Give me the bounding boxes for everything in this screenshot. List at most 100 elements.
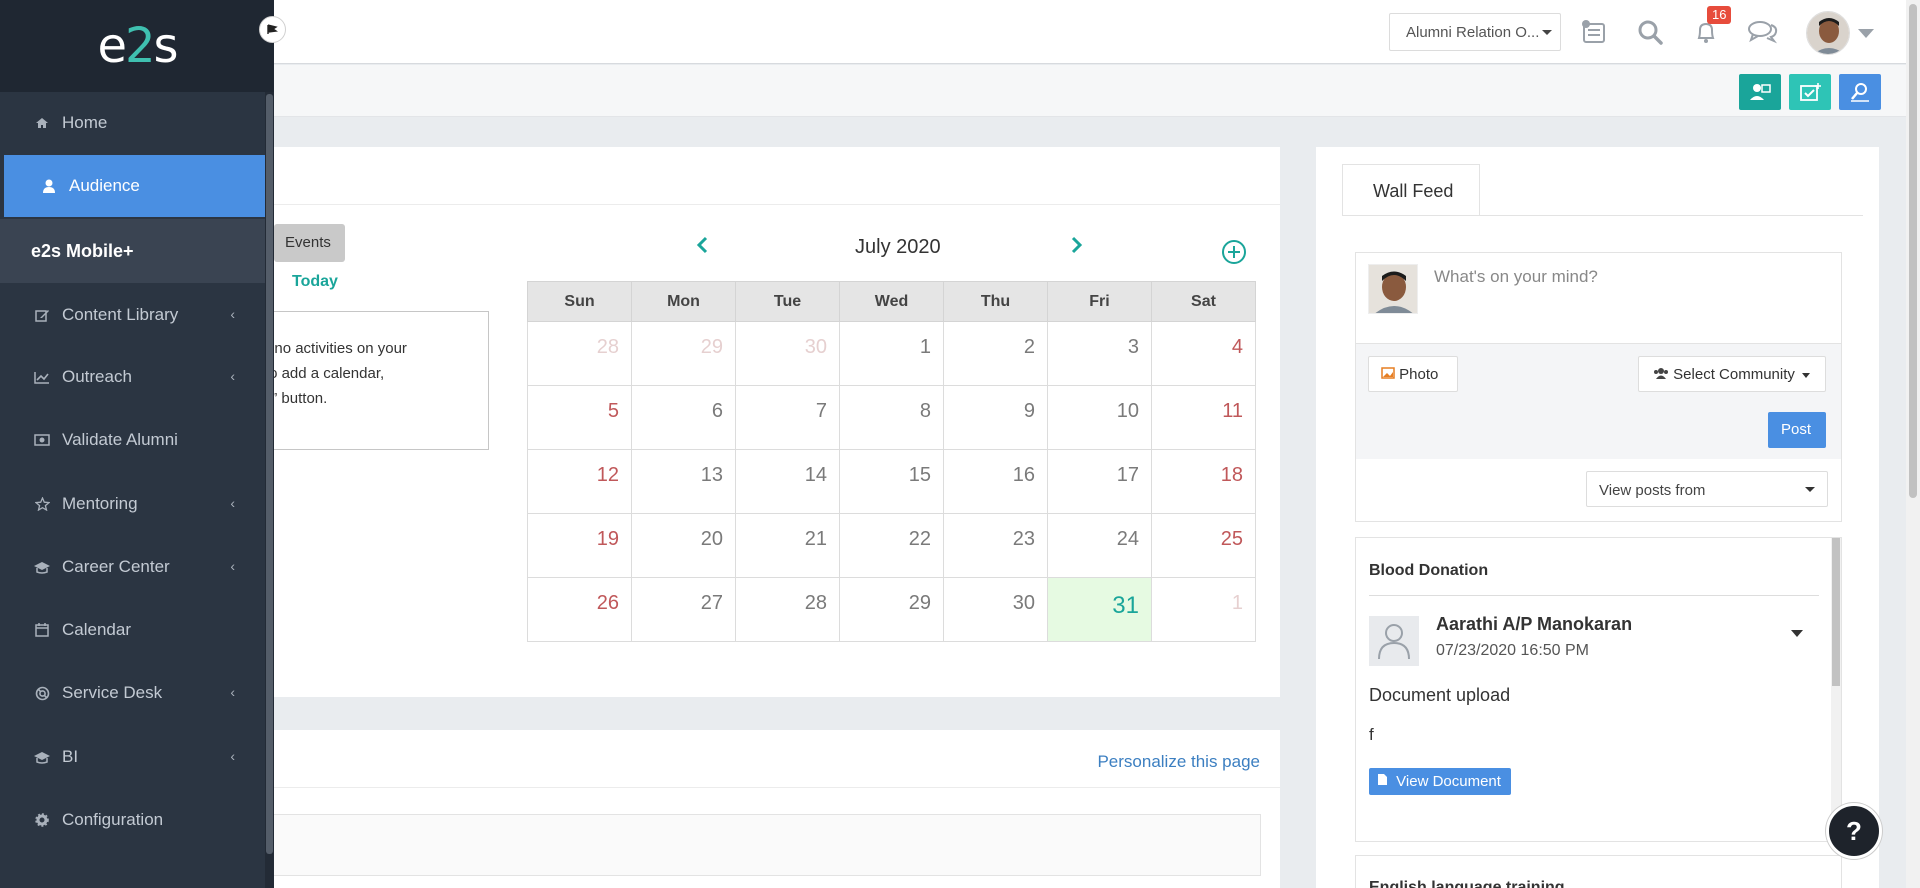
- tasks-icon[interactable]: [1576, 14, 1612, 50]
- day-cell[interactable]: 12: [527, 449, 632, 514]
- sidebar-item-outreach[interactable]: Outreach ‹: [0, 346, 265, 408]
- day-cell[interactable]: 4: [1151, 321, 1256, 386]
- sidebar-item-audience[interactable]: Audience: [4, 155, 265, 217]
- day-cell[interactable]: 9: [943, 385, 1048, 450]
- view-posts-from-select[interactable]: View posts from: [1586, 471, 1828, 507]
- panel-header: Personalize this page: [274, 730, 1280, 788]
- day-cell[interactable]: 1: [839, 321, 944, 386]
- day-cell[interactable]: 29: [839, 577, 944, 642]
- money-icon: [31, 434, 53, 446]
- day-cell[interactable]: 7: [735, 385, 840, 450]
- day-cell[interactable]: 11: [1151, 385, 1256, 450]
- image-icon: [1381, 367, 1395, 379]
- day-cell[interactable]: 29: [631, 321, 736, 386]
- post-title: English language training: [1369, 879, 1565, 888]
- chevron-left-icon: ‹: [230, 684, 235, 700]
- day-cell[interactable]: 3: [1047, 321, 1152, 386]
- author-name[interactable]: Aarathi A/P Manokaran: [1436, 614, 1632, 635]
- day-cell[interactable]: 2: [943, 321, 1048, 386]
- sidebar-item-service-desk[interactable]: Service Desk ‹: [0, 662, 265, 724]
- day-cell[interactable]: 26: [527, 577, 632, 642]
- add-event-button[interactable]: [1789, 74, 1831, 110]
- day-cell[interactable]: 14: [735, 449, 840, 514]
- prev-month-button[interactable]: [695, 235, 709, 260]
- month-title: July 2020: [855, 236, 941, 258]
- day-cell[interactable]: 27: [631, 577, 736, 642]
- today-link[interactable]: Today: [292, 273, 338, 291]
- page-scrollbar[interactable]: [1906, 0, 1920, 888]
- feed-list: Blood Donation Aarathi A/P Manokaran 07/…: [1355, 537, 1842, 842]
- post-text: f: [1369, 725, 1374, 744]
- weekday-header: Fri: [1047, 281, 1152, 322]
- sidebar-item-label: e2s Mobile+: [31, 240, 134, 261]
- feed-scrollbar[interactable]: [1831, 538, 1841, 841]
- role-select[interactable]: Alumni Relation O...: [1389, 13, 1561, 51]
- post-button[interactable]: Post: [1768, 412, 1826, 448]
- photo-button[interactable]: Photo: [1368, 356, 1458, 392]
- sidebar-item-validate-alumni[interactable]: Validate Alumni: [0, 409, 265, 471]
- tab-divider: [1342, 215, 1863, 216]
- events-button[interactable]: Events: [274, 224, 345, 262]
- sidebar-item-content-library[interactable]: Content Library ‹: [0, 284, 265, 346]
- next-month-button[interactable]: [1070, 235, 1084, 260]
- chat-icon[interactable]: [1745, 14, 1781, 50]
- no-activities-message: ave no activities on your y! To add a ca…: [274, 311, 489, 450]
- day-cell[interactable]: 20: [631, 513, 736, 578]
- calendar-icon: [31, 623, 53, 637]
- day-cell[interactable]: 19: [527, 513, 632, 578]
- day-cell[interactable]: 10: [1047, 385, 1152, 450]
- day-cell[interactable]: 30: [735, 321, 840, 386]
- post-menu-icon[interactable]: [1791, 630, 1803, 637]
- sidebar-item-home[interactable]: Home: [0, 92, 265, 154]
- add-calendar-button[interactable]: [1221, 239, 1247, 270]
- sidebar-item-configuration[interactable]: Configuration: [0, 789, 265, 851]
- sidebar-item-e2s-mobile[interactable]: e2s Mobile+: [0, 219, 265, 283]
- post-input[interactable]: What's on your mind?: [1434, 267, 1598, 287]
- post-body: Document upload: [1369, 685, 1511, 705]
- day-cell[interactable]: 1: [1151, 577, 1256, 642]
- sidebar-item-bi[interactable]: BI ‹: [0, 726, 265, 788]
- divider: [1369, 595, 1819, 596]
- day-cell[interactable]: 28: [527, 321, 632, 386]
- day-cell[interactable]: 5: [527, 385, 632, 450]
- sidebar-item-label: Content Library: [62, 305, 179, 324]
- day-cell[interactable]: 17: [1047, 449, 1152, 514]
- search-user-button[interactable]: [1839, 74, 1881, 110]
- day-cell[interactable]: 30: [943, 577, 1048, 642]
- day-cell[interactable]: 13: [631, 449, 736, 514]
- sidebar-item-career-center[interactable]: Career Center ‹: [0, 536, 265, 598]
- day-cell[interactable]: 6: [631, 385, 736, 450]
- day-cell[interactable]: 25: [1151, 513, 1256, 578]
- sidebar-item-calendar[interactable]: Calendar: [0, 599, 265, 661]
- day-cell[interactable]: 8: [839, 385, 944, 450]
- day-cell[interactable]: 23: [943, 513, 1048, 578]
- day-cell[interactable]: 21: [735, 513, 840, 578]
- user-avatar[interactable]: [1806, 11, 1850, 55]
- logo[interactable]: e2s: [0, 0, 274, 92]
- day-cell[interactable]: 16: [943, 449, 1048, 514]
- sidebar-item-label: Career Center: [62, 557, 170, 576]
- day-cell[interactable]: 22: [839, 513, 944, 578]
- sidebar-item-mentoring[interactable]: Mentoring ‹: [0, 473, 265, 535]
- role-select-value: Alumni Relation O...: [1406, 24, 1540, 41]
- view-posts-from-label: View posts from: [1599, 482, 1706, 499]
- chevron-down-icon[interactable]: [1858, 29, 1874, 38]
- day-cell[interactable]: 18: [1151, 449, 1256, 514]
- sidebar-item-label: Service Desk: [62, 683, 163, 702]
- day-cell[interactable]: 15: [839, 449, 944, 514]
- tab-wall-feed[interactable]: Wall Feed: [1342, 164, 1480, 216]
- star-icon: [31, 497, 53, 511]
- view-document-button[interactable]: View Document: [1369, 768, 1511, 795]
- day-cell[interactable]: 28: [735, 577, 840, 642]
- chevron-down-icon: [1542, 30, 1552, 35]
- day-cell-today[interactable]: 31: [1047, 577, 1152, 642]
- search-icon[interactable]: [1632, 14, 1668, 50]
- day-cell[interactable]: 24: [1047, 513, 1152, 578]
- personalize-link[interactable]: Personalize this page: [1097, 752, 1260, 772]
- add-user-button[interactable]: [1739, 74, 1781, 110]
- pin-sidebar-icon[interactable]: [259, 16, 286, 43]
- help-button[interactable]: ?: [1826, 803, 1882, 859]
- sidebar-scrollbar[interactable]: [265, 92, 274, 888]
- chevron-down-icon: [1802, 372, 1811, 378]
- select-community-button[interactable]: Select Community: [1638, 356, 1826, 392]
